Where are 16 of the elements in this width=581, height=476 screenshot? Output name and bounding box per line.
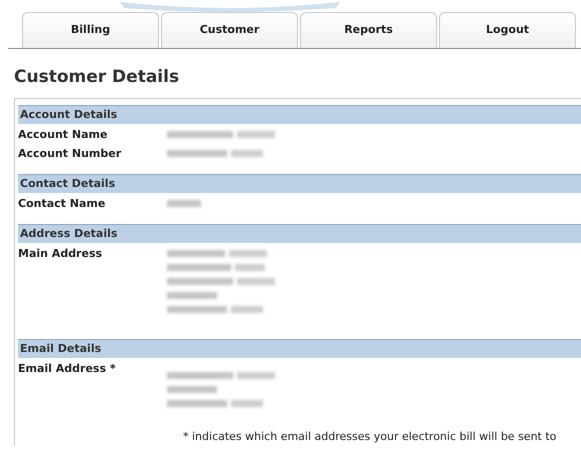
section-header: Contact Details <box>18 174 581 193</box>
field-label: Account Number <box>18 146 122 161</box>
field-label: Account Name <box>18 127 108 142</box>
section-header: Address Details <box>18 224 581 243</box>
page-heading: Customer Details <box>14 66 180 88</box>
field-label: Email Address * <box>18 361 117 376</box>
field-label: Main Address <box>18 246 104 261</box>
email-note: * indicates which email addresses your electronic bill will be sent to <box>183 429 558 445</box>
section-header: Email Details <box>18 339 581 358</box>
field-label: Contact Name <box>18 196 106 211</box>
section-header: Account Details <box>18 105 581 124</box>
nav-tab[interactable]: Reports <box>300 12 437 48</box>
nav-tab[interactable]: Billing <box>22 12 159 48</box>
nav-tab[interactable]: Customer <box>161 12 298 48</box>
nav-tab[interactable]: Logout <box>439 12 576 48</box>
blurred-text-drawing <box>165 198 203 209</box>
